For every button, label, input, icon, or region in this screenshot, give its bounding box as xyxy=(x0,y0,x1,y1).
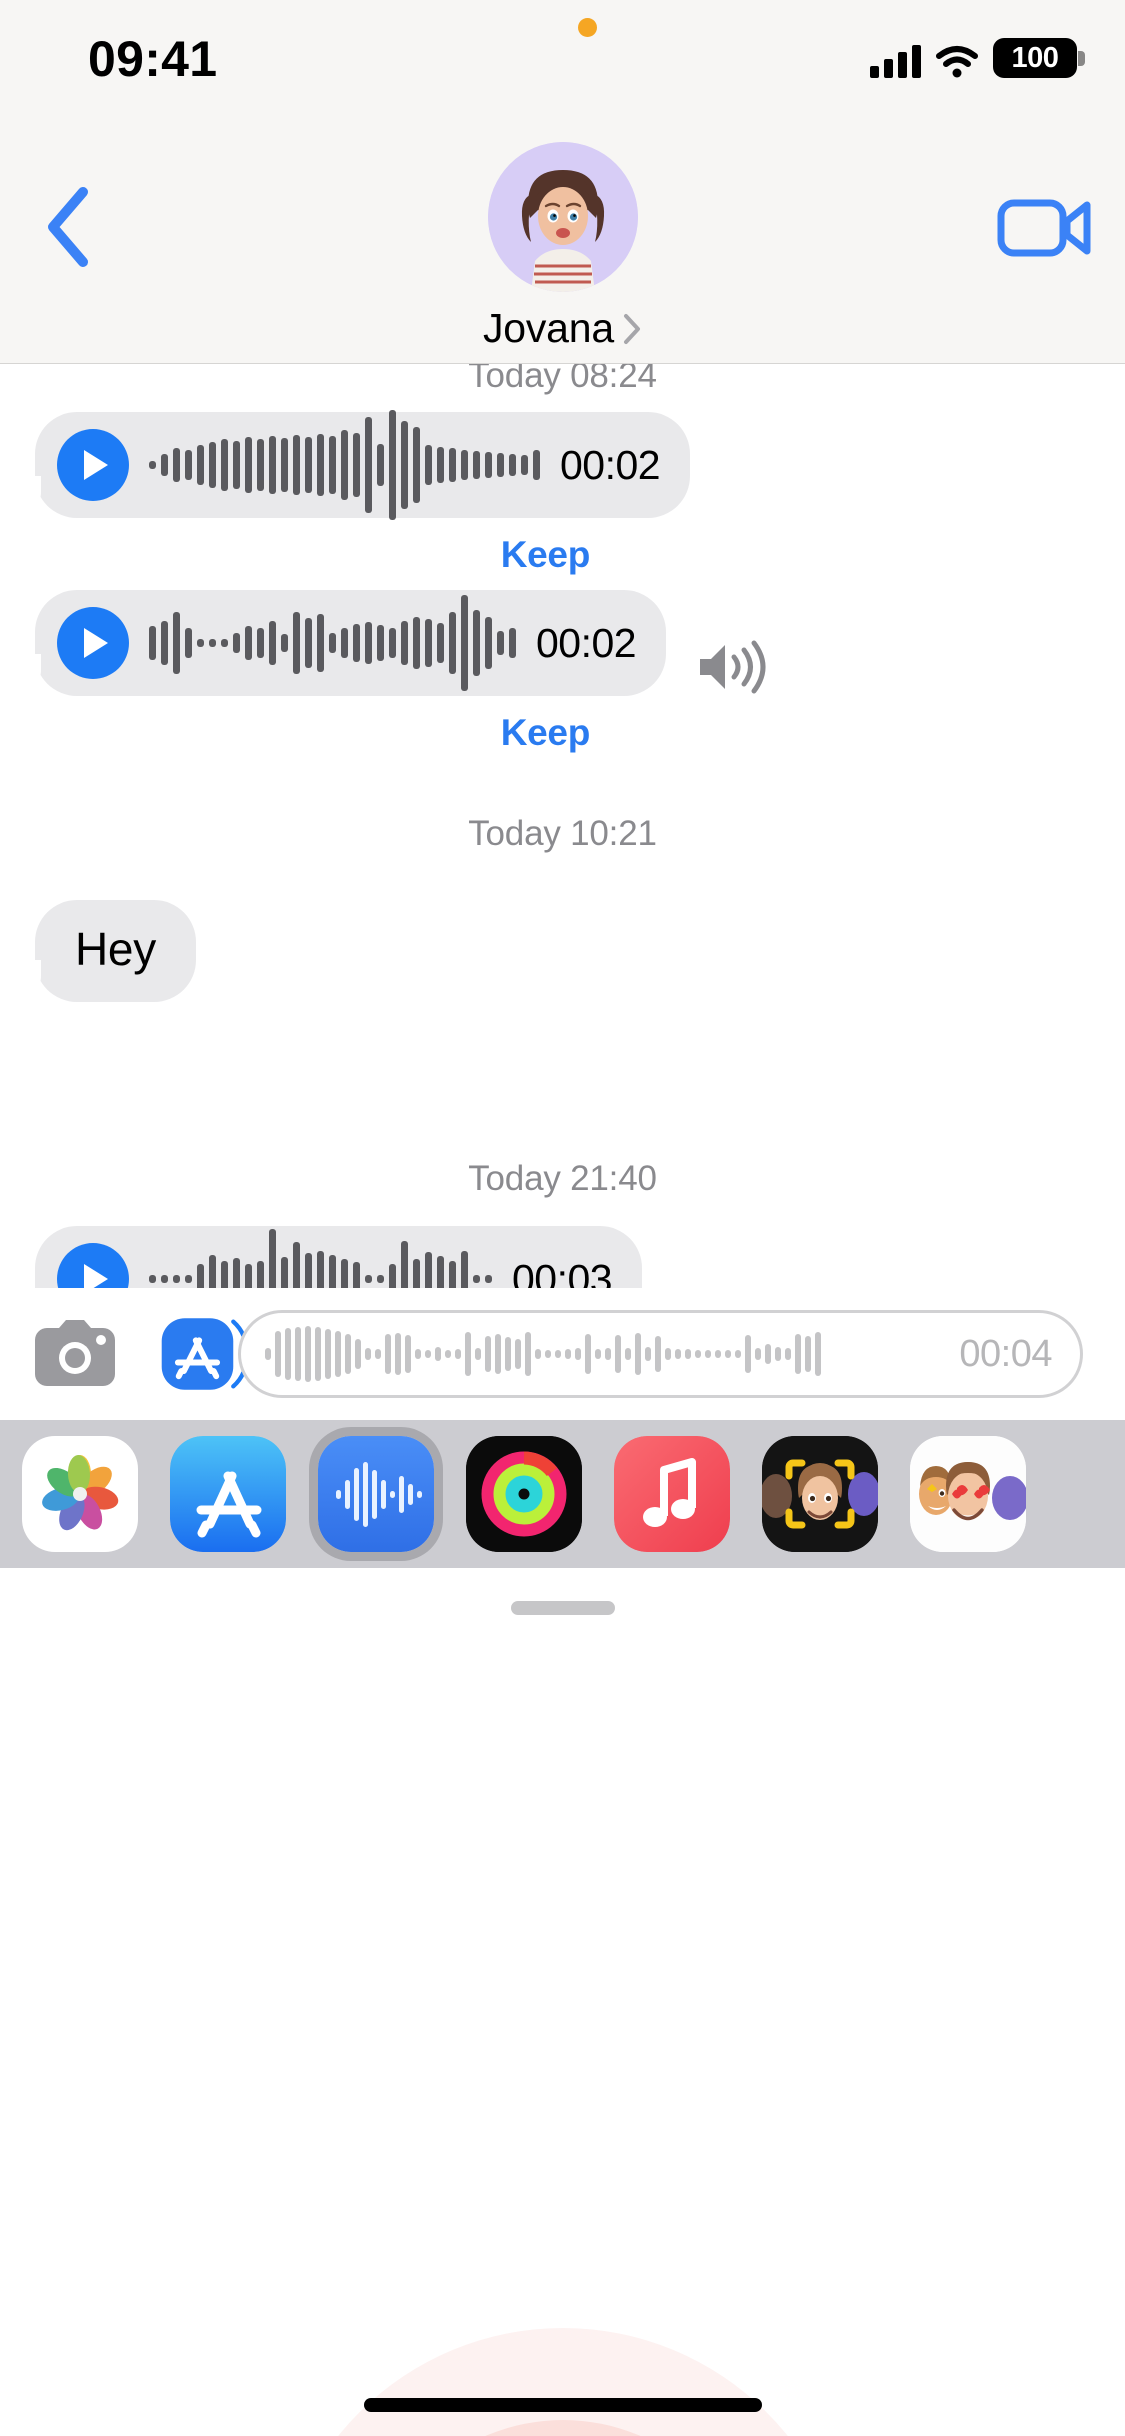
memoji-avatar[interactable] xyxy=(487,142,638,292)
contact-header[interactable]: Jovana xyxy=(0,142,1125,352)
status-time: 09:41 xyxy=(88,31,218,87)
camera-icon xyxy=(35,1320,115,1386)
audio-1-actions: Keep xyxy=(0,534,591,576)
wifi-icon xyxy=(936,46,978,78)
audio-2-actions: Keep xyxy=(0,712,591,754)
message-text: Hey xyxy=(75,923,156,975)
iphone-screen: Today 08:24 00:02 Keep 00:02 Keep Today … xyxy=(0,0,1125,2436)
keep-button[interactable]: Keep xyxy=(501,712,591,754)
speaker-wave-icon xyxy=(700,640,766,694)
facetime-button[interactable] xyxy=(995,185,1095,271)
audio-recording-field[interactable]: 00:04 xyxy=(238,1310,1083,1398)
audio-duration: 00:02 xyxy=(536,619,637,666)
play-icon[interactable] xyxy=(57,429,129,501)
message-row-audio-1[interactable]: 00:02 xyxy=(0,410,691,520)
message-row-text[interactable]: Hey xyxy=(0,900,196,1002)
drag-handle[interactable] xyxy=(510,1601,615,1615)
contact-name-row[interactable]: Jovana xyxy=(483,305,642,352)
audio-waveform xyxy=(149,595,516,691)
fitness-app-icon[interactable] xyxy=(466,1436,582,1552)
orange-recording-dot xyxy=(578,18,597,37)
status-icons: 100 xyxy=(870,34,1085,78)
contact-name: Jovana xyxy=(482,305,614,351)
memoji-camera-app-icon[interactable] xyxy=(762,1436,878,1552)
battery-percent: 100 xyxy=(1011,41,1059,74)
status-bar: 09:41 100 xyxy=(0,0,1125,132)
recording-timer: 00:04 xyxy=(959,1332,1052,1375)
audio-message-app-icon[interactable] xyxy=(318,1436,434,1552)
timestamp-divider: Today 10:21 xyxy=(468,814,657,853)
photos-app-icon[interactable] xyxy=(22,1436,138,1552)
home-indicator[interactable] xyxy=(363,2398,762,2412)
chevron-right-icon xyxy=(624,313,640,344)
message-input-bar[interactable]: 00:04 xyxy=(0,1288,1125,1420)
audio-message-bubble[interactable]: 00:02 xyxy=(10,590,667,696)
app-store-app-icon[interactable] xyxy=(170,1436,286,1552)
timestamp-divider: Today 08:24 xyxy=(468,364,657,395)
cellular-signal-icon xyxy=(870,44,921,78)
keep-button[interactable]: Keep xyxy=(501,534,591,576)
apple-music-app-icon[interactable] xyxy=(614,1436,730,1552)
recording-waveform xyxy=(265,1323,939,1385)
audio-message-bubble[interactable]: 00:02 xyxy=(10,410,691,520)
play-icon[interactable] xyxy=(57,607,129,679)
message-row-audio-2[interactable]: 00:02 xyxy=(0,590,766,696)
text-message-bubble[interactable]: Hey xyxy=(11,900,196,1002)
imessage-app-drawer[interactable] xyxy=(0,1420,1125,1568)
memoji-stickers-app-icon[interactable] xyxy=(910,1436,1026,1552)
audio-duration: 00:02 xyxy=(560,441,661,488)
audio-waveform xyxy=(149,410,540,520)
audio-record-panel[interactable] xyxy=(0,1568,1125,2436)
video-camera-icon xyxy=(997,199,1091,257)
camera-button[interactable] xyxy=(32,1311,118,1397)
battery-icon: 100 xyxy=(993,38,1085,78)
timestamp-divider: Today 21:40 xyxy=(468,1159,657,1198)
